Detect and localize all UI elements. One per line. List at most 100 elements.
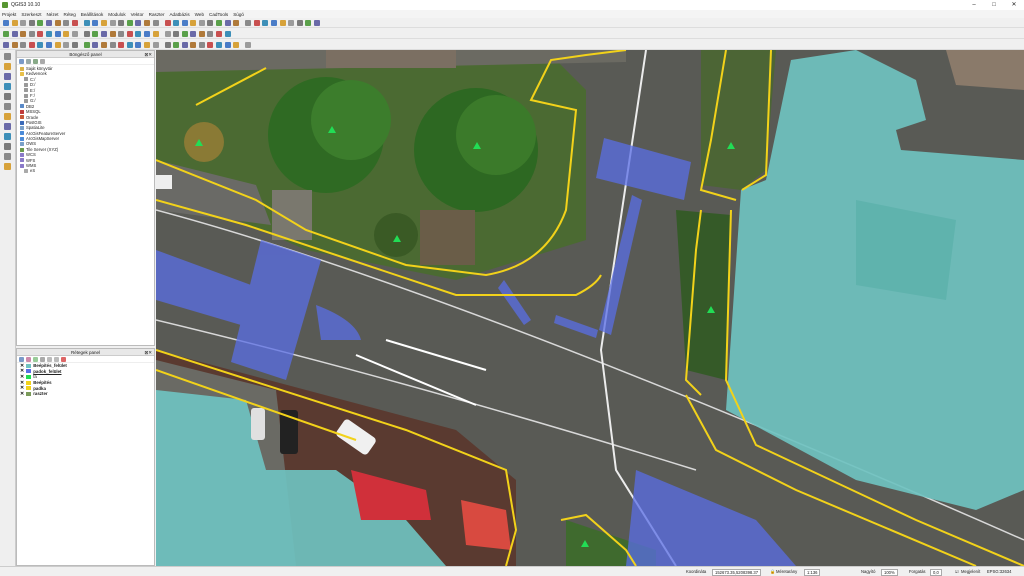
- toolbar-button-icon[interactable]: [181, 30, 188, 37]
- filter-icon[interactable]: [26, 58, 31, 64]
- toolbar-button-icon[interactable]: [54, 30, 61, 37]
- add-layer-icon[interactable]: [4, 63, 11, 70]
- menu-web[interactable]: Web: [195, 12, 204, 17]
- menu-reteg[interactable]: Réteg: [64, 12, 76, 17]
- collapse-icon[interactable]: [33, 58, 38, 64]
- toolbar-button-icon[interactable]: [190, 41, 197, 48]
- toolbar-button-icon[interactable]: [11, 19, 18, 26]
- toolbar-button-icon[interactable]: [83, 30, 90, 37]
- add-layer-icon[interactable]: [4, 113, 11, 120]
- render-checkbox[interactable]: ☑: [955, 569, 959, 574]
- toolbar-button-icon[interactable]: [271, 19, 278, 26]
- menu-vektor[interactable]: Vektor: [131, 12, 144, 17]
- toolbar-button-icon[interactable]: [100, 41, 107, 48]
- add-layer-icon[interactable]: [4, 123, 11, 130]
- toolbar-button-icon[interactable]: [143, 30, 150, 37]
- toolbar-button-icon[interactable]: [181, 19, 188, 26]
- expand-all-icon[interactable]: [47, 356, 52, 362]
- toolbar-button-icon[interactable]: [173, 19, 180, 26]
- toolbar-button-icon[interactable]: [314, 19, 320, 26]
- toolbar-button-icon[interactable]: [224, 19, 231, 26]
- toolbar-button-icon[interactable]: [54, 19, 61, 26]
- toolbar-button-icon[interactable]: [54, 41, 61, 48]
- menu-adatbazis[interactable]: Adatbázis: [169, 12, 189, 17]
- toolbar-button-icon[interactable]: [63, 30, 70, 37]
- toolbar-button-icon[interactable]: [100, 19, 107, 26]
- toolbar-button-icon[interactable]: [118, 41, 125, 48]
- toolbar-button-icon[interactable]: [37, 30, 44, 37]
- coord-field[interactable]: 152673.35,5208398.37: [712, 569, 762, 576]
- toolbar-button-icon[interactable]: [3, 30, 9, 37]
- toolbar-button-icon[interactable]: [152, 30, 159, 37]
- toolbar-button-icon[interactable]: [45, 41, 52, 48]
- toolbar-button-icon[interactable]: [164, 41, 171, 48]
- toolbar-button-icon[interactable]: [20, 19, 27, 26]
- add-layer-icon[interactable]: [4, 163, 11, 170]
- toolbar-button-icon[interactable]: [181, 41, 188, 48]
- toolbar-button-icon[interactable]: [11, 30, 18, 37]
- menu-projekt[interactable]: Projekt: [2, 12, 16, 17]
- menu-sugo[interactable]: Súgó: [233, 12, 244, 17]
- add-layer-icon[interactable]: [4, 133, 11, 140]
- toolbar-button-icon[interactable]: [63, 19, 70, 26]
- toolbar-button-icon[interactable]: [45, 30, 52, 37]
- maximize-icon[interactable]: □: [984, 0, 1004, 10]
- visibility-icon[interactable]: [33, 356, 38, 362]
- toolbar-button-icon[interactable]: [83, 41, 90, 48]
- toolbar-button-icon[interactable]: [198, 30, 205, 37]
- map-svg[interactable]: [156, 50, 1024, 566]
- add-layer-icon[interactable]: [4, 103, 11, 110]
- menu-modulok[interactable]: Modulok: [108, 12, 125, 17]
- toolbar-button-icon[interactable]: [288, 19, 295, 26]
- toolbar-button-icon[interactable]: [28, 19, 35, 26]
- refresh-icon[interactable]: [19, 58, 24, 64]
- toolbar-button-icon[interactable]: [20, 41, 27, 48]
- toolbar-button-icon[interactable]: [164, 30, 171, 37]
- toolbar-button-icon[interactable]: [262, 19, 269, 26]
- toolbar-button-icon[interactable]: [28, 41, 35, 48]
- toolbar-button-icon[interactable]: [71, 19, 78, 26]
- menu-cadtools[interactable]: CadTools: [209, 12, 228, 17]
- toolbar-button-icon[interactable]: [216, 41, 223, 48]
- toolbar-button-icon[interactable]: [109, 30, 116, 37]
- toolbar-button-icon[interactable]: [20, 30, 27, 37]
- toolbar-button-icon[interactable]: [245, 19, 252, 26]
- toolbar-button-icon[interactable]: [71, 30, 78, 37]
- toolbar-button-icon[interactable]: [100, 30, 107, 37]
- toolbar-button-icon[interactable]: [92, 30, 99, 37]
- toolbar-button-icon[interactable]: [135, 41, 142, 48]
- toolbar-button-icon[interactable]: [207, 30, 214, 37]
- toolbar-button-icon[interactable]: [190, 19, 197, 26]
- add-layer-icon[interactable]: [4, 83, 11, 90]
- toolbar-button-icon[interactable]: [173, 41, 180, 48]
- toolbar-button-icon[interactable]: [224, 41, 231, 48]
- toolbar-button-icon[interactable]: [118, 19, 125, 26]
- toolbar-button-icon[interactable]: [135, 30, 142, 37]
- toolbar-button-icon[interactable]: [279, 19, 286, 26]
- toolbar-button-icon[interactable]: [11, 41, 18, 48]
- menu-nezet[interactable]: Nézet: [46, 12, 58, 17]
- toolbar-button-icon[interactable]: [3, 19, 9, 26]
- panel-close-icon[interactable]: ⊠✕: [144, 51, 152, 58]
- toolbar-button-icon[interactable]: [83, 19, 90, 26]
- remove-layer-icon[interactable]: [61, 356, 66, 362]
- toolbar-button-icon[interactable]: [207, 19, 214, 26]
- add-layer-icon[interactable]: [4, 73, 11, 80]
- toolbar-button-icon[interactable]: [135, 19, 142, 26]
- toolbar-button-icon[interactable]: [109, 19, 116, 26]
- toolbar-button-icon[interactable]: [245, 41, 252, 48]
- rotation-field[interactable]: 0,0: [930, 569, 942, 576]
- toolbar-button-icon[interactable]: [173, 30, 180, 37]
- toolbar-button-icon[interactable]: [305, 19, 312, 26]
- toolbar-button-icon[interactable]: [126, 41, 133, 48]
- layer-visibility-checkbox[interactable]: ✕: [20, 391, 24, 397]
- minimize-icon[interactable]: –: [964, 0, 984, 10]
- toolbar-button-icon[interactable]: [224, 30, 231, 37]
- toolbar-button-icon[interactable]: [207, 41, 214, 48]
- collapse-all-icon[interactable]: [54, 356, 59, 362]
- add-group-icon[interactable]: [26, 356, 31, 362]
- toolbar-button-icon[interactable]: [152, 41, 159, 48]
- toolbar-button-icon[interactable]: [109, 41, 116, 48]
- toolbar-button-icon[interactable]: [126, 30, 133, 37]
- magnifier-field[interactable]: 100%: [881, 569, 898, 576]
